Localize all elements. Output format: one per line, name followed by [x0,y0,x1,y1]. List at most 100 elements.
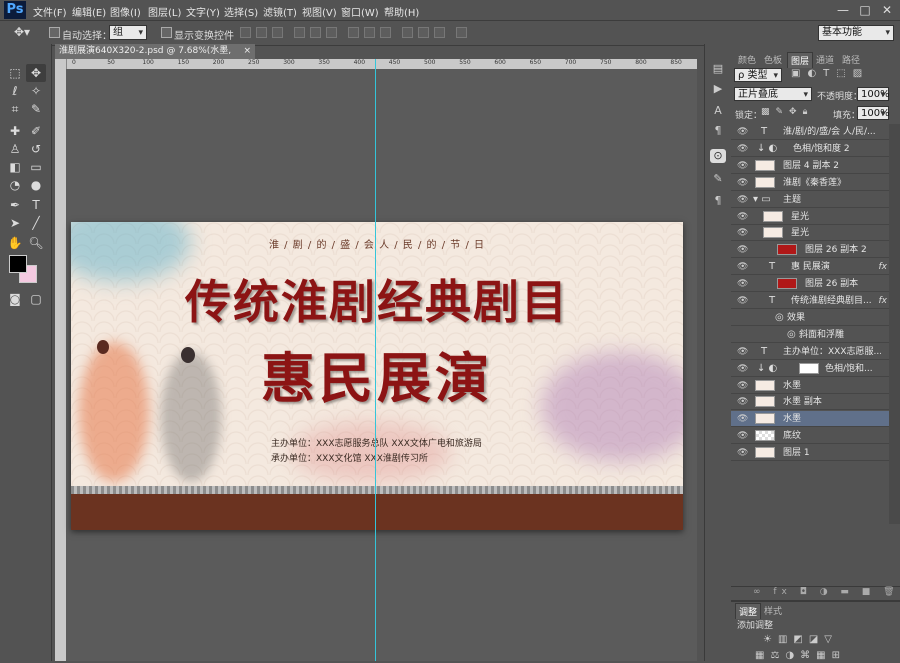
menu-edit[interactable]: 编辑(E) [72,4,106,19]
eyedropper-tool-icon[interactable]: ✎ [26,100,46,118]
distribute-left-icon[interactable] [402,27,413,38]
folder-icon[interactable]: ▾ ▭ [753,192,771,208]
visibility-eye-icon[interactable]: 👁︎ [737,361,748,377]
gradient-tool-icon[interactable]: ▭ [26,158,46,176]
layer-row[interactable]: 👁︎ 星光 [731,209,889,225]
screen-mode-icon[interactable]: ▢ [26,290,46,308]
visibility-eye-icon[interactable]: 👁︎ [737,141,748,157]
align-bottom-icon[interactable] [272,27,283,38]
menu-help[interactable]: 帮助(H) [384,4,419,19]
dodge-tool-icon[interactable]: ● [26,176,46,194]
distribute-right-icon[interactable] [434,27,445,38]
distribute-hcenter-icon[interactable] [418,27,429,38]
document-tab-close[interactable]: × [243,44,251,59]
layer-row[interactable]: 👁︎ ▾ ▭ 主题 [731,192,889,208]
menu-layer[interactable]: 图层(L) [148,4,181,19]
type-tool-icon[interactable]: T [26,196,46,214]
tab-swatches[interactable]: 色板 [761,52,785,67]
layer-row[interactable]: 👁︎ 淮剧《秦香莲》 [731,175,889,191]
brush-preset-icon[interactable]: ✎ [710,172,726,186]
visibility-eye-icon[interactable]: 👁︎ [737,192,748,208]
menu-filter[interactable]: 滤镜(T) [263,4,297,19]
zoom-tool-icon[interactable]: 🔍︎ [26,234,46,252]
visibility-eye-icon[interactable]: 👁︎ [737,411,748,427]
brush-tool-icon[interactable]: ✐ [26,122,46,140]
align-left-icon[interactable] [294,27,305,38]
history-brush-tool-icon[interactable]: ↺ [26,140,46,158]
layer-row[interactable]: 👁︎ 水墨 副本 [731,394,889,411]
visibility-eye-icon[interactable]: 👁︎ [737,428,748,444]
paragraph-panel-icon[interactable]: ¶ [710,124,726,138]
tab-paths[interactable]: 路径 [839,52,863,67]
character-panel-icon[interactable]: A [710,104,726,118]
fill-field[interactable]: 100% [857,106,890,121]
menu-select[interactable]: 选择(S) [224,4,258,19]
align-right-icon[interactable] [326,27,337,38]
blur-tool-icon[interactable]: ◔ [5,176,25,194]
visibility-eye-icon[interactable]: 👁︎ [737,242,748,258]
distribute-bottom-icon[interactable] [380,27,391,38]
visibility-eye-icon[interactable]: 👁︎ [737,445,748,461]
layer-row[interactable]: 👁︎ ↓ ◐ 色相/饱和... [731,361,889,377]
visibility-eye-icon[interactable]: 👁︎ [737,209,748,225]
document-tab[interactable]: 淮剧展演640X320-2.psd @ 7.68%(水墨, RGB/8) × [55,44,255,71]
visibility-eye-icon[interactable]: 👁︎ [737,158,748,174]
tab-layers[interactable]: 图层 [787,52,814,68]
visibility-eye-icon[interactable]: 👁︎ [737,259,748,275]
align-hcenter-icon[interactable] [310,27,321,38]
menu-file[interactable]: 文件(F) [33,4,67,19]
visibility-eye-icon[interactable]: 👁︎ [737,124,748,140]
line-tool-icon[interactable]: ╱ [26,214,46,232]
layers-footer-icons[interactable]: ∞ fx ◘ ◑ ▬ ■ 🗑 [731,586,900,600]
layer-row[interactable]: ◎ 效果 [731,310,889,326]
visibility-eye-icon[interactable]: 👁︎ [737,175,748,191]
move-tool-icon[interactable]: ✥ [26,64,46,82]
crop-tool-icon[interactable]: ⌗ [5,100,25,118]
minimize-button[interactable]: — [834,2,852,18]
menu-image[interactable]: 图像(I) [110,4,141,19]
hand-tool-icon[interactable]: ✋ [5,234,25,252]
tab-styles[interactable]: 样式 [761,603,785,618]
layer-fx-icon[interactable]: fx [879,293,888,309]
banner-artwork[interactable]: 淮 / 剧 / 的 / 盛 / 会 人 / 民 / 的 / 节 / 日 传统淮剧… [71,222,683,530]
layer-row[interactable]: 👁︎ ↓ ◐ 色相/饱和度 2 [731,141,889,157]
marquee-tool-icon[interactable]: ⬚ [5,64,25,82]
actions-play-icon[interactable]: ▶ [710,82,726,96]
path-selection-tool-icon[interactable]: ➤ [5,214,25,232]
healing-brush-tool-icon[interactable]: ✚ [5,122,25,140]
blend-mode-dropdown[interactable]: 正片叠底 [734,87,812,102]
layer-row[interactable]: 👁︎ 底纹 [731,428,889,445]
layer-filter-icons[interactable]: ▣◐T⬚▨ [791,68,869,79]
layer-row[interactable]: 👁︎ T 淮/剧/的/盛/会 人/民/... [731,124,889,140]
magic-wand-tool-icon[interactable]: ✧ [26,82,46,100]
history-panel-icon[interactable]: ▤ [710,62,726,76]
layer-row[interactable]: 👁︎ T 传统淮剧经典剧目... fx [731,293,889,309]
layer-row[interactable]: 👁︎ 星光 [731,225,889,242]
move-tool-preset-icon[interactable]: ✥▾ [14,25,30,39]
lock-icons[interactable]: ▩✎✥🔒︎ [761,107,813,117]
layer-fx-icon[interactable]: fx [879,259,888,275]
visibility-eye-icon[interactable]: 👁︎ [737,293,748,309]
layer-row[interactable]: 👁︎ 图层 26 副本 [731,276,889,293]
layer-row[interactable]: 👁︎ T 惠 民展演 fx [731,259,889,276]
adjustment-icons-row2[interactable]: ▦⚖◑⌘▦⊞ [755,650,846,661]
pen-tool-icon[interactable]: ✒ [5,196,25,214]
layer-row[interactable]: 👁︎ 图层 1 [731,445,889,462]
adjustment-icons-row1[interactable]: ☀▥◩◪▽ [763,634,838,645]
maximize-button[interactable]: □ [856,2,874,18]
close-window-button[interactable]: ✕ [878,2,896,18]
menu-view[interactable]: 视图(V) [302,4,337,19]
layer-row[interactable]: 👁︎ 水墨 [731,411,889,428]
distribute-vcenter-icon[interactable] [364,27,375,38]
layer-row[interactable]: ◎ 斜面和浮雕 [731,327,889,343]
show-transform-checkbox[interactable] [161,27,172,38]
quick-mask-icon[interactable]: ◙ [5,290,25,308]
workspace-dropdown[interactable]: 基本功能 [818,25,894,41]
lasso-tool-icon[interactable]: ℓ [5,82,25,100]
align-top-icon[interactable] [240,27,251,38]
opacity-field[interactable]: 100% [857,87,890,102]
visibility-eye-icon[interactable]: 👁︎ [737,344,748,360]
clone-source-icon[interactable]: ⊙ [710,149,726,163]
menu-type[interactable]: 文字(Y) [186,4,220,19]
align-vcenter-icon[interactable] [256,27,267,38]
